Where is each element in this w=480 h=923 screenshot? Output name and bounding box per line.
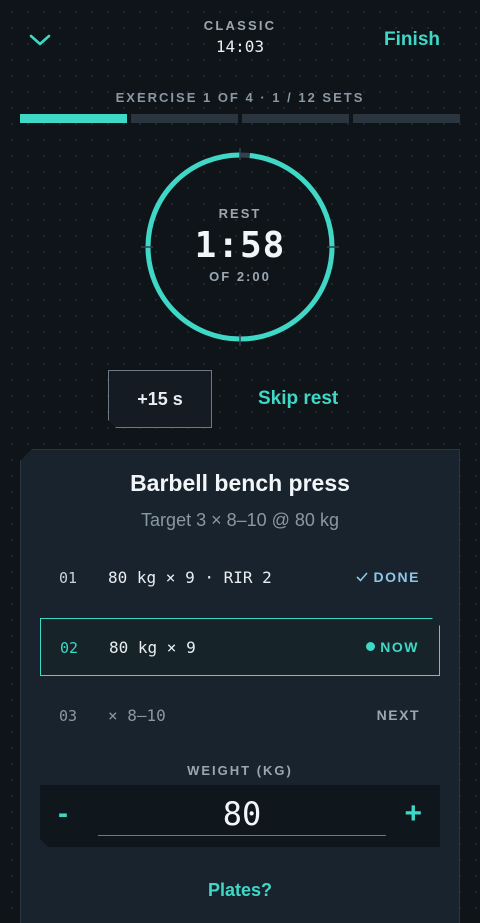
set-description: 80 kg × 9 [109, 638, 196, 657]
rest-timer: REST 1:58 OF 2:00 [140, 147, 340, 347]
set-status-now: NOW [366, 639, 419, 655]
set-status-label: DONE [373, 569, 420, 585]
set-number: 02 [60, 639, 79, 657]
progress-segment [353, 114, 460, 123]
exercise-name: Barbell bench press [130, 470, 350, 496]
weight-stepper: - + [40, 785, 440, 847]
plates-button[interactable]: Plates? [0, 880, 480, 901]
progress-bar [20, 114, 460, 123]
set-row-3[interactable]: 03 × 8–10 NEXT [40, 687, 440, 745]
set-description: × 8–10 [108, 706, 166, 725]
progress-segment [20, 114, 127, 123]
set-row-2[interactable]: 02 80 kg × 9 NOW [40, 618, 440, 676]
finish-button[interactable]: Finish [384, 29, 440, 51]
rest-total: OF 2:00 [209, 269, 271, 284]
add-15s-button[interactable]: +15 s [108, 370, 212, 428]
progress-segment [131, 114, 238, 123]
set-row-1[interactable]: 01 80 kg × 9 · RIR 2 DONE [40, 549, 440, 607]
set-status-next: NEXT [376, 707, 420, 723]
progress-segment [242, 114, 349, 123]
weight-input[interactable] [98, 793, 386, 836]
set-number: 03 [59, 707, 78, 725]
progress-label: EXERCISE 1 OF 4 · 1 / 12 SETS [115, 90, 365, 105]
rest-remaining: 1:58 [194, 225, 286, 266]
rest-label: REST [218, 206, 262, 221]
set-status-label: NOW [380, 639, 419, 655]
dot-icon [366, 642, 375, 651]
decrease-weight-button[interactable]: - [58, 797, 68, 831]
set-number: 01 [59, 569, 78, 587]
skip-rest-button[interactable]: Skip rest [258, 388, 338, 410]
set-status-done: DONE [355, 569, 420, 585]
check-icon [355, 572, 368, 582]
increase-weight-button[interactable]: + [404, 797, 422, 831]
exercise-target: Target 3 × 8–10 @ 80 kg [141, 510, 339, 530]
set-description: 80 kg × 9 · RIR 2 [108, 568, 272, 587]
weight-label: WEIGHT (KG) [187, 763, 293, 778]
